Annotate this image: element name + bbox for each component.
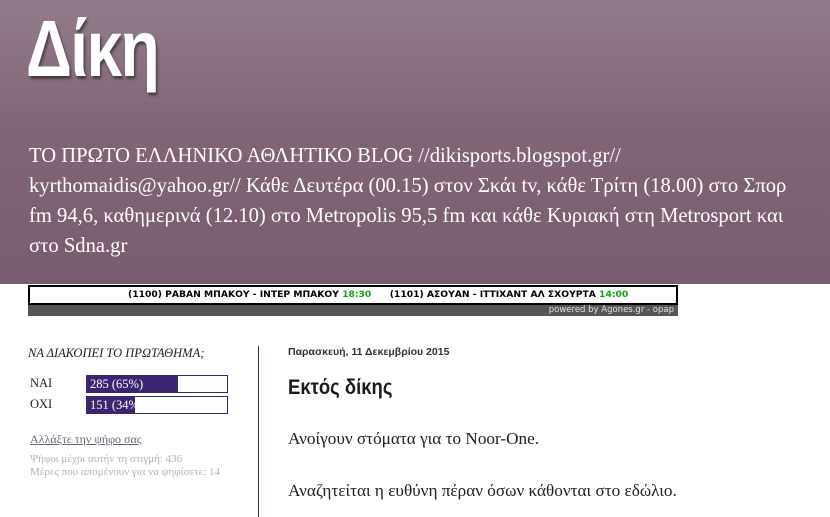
blog-description: ΤΟ ΠΡΩΤΟ ΕΛΛΗΝΙΚΟ ΑΘΛΗΤΙΚΟ BLOG //dikisp… xyxy=(29,145,787,257)
blog-title[interactable]: Δίκη xyxy=(26,4,160,94)
match1-teams: ΡΑΒΑΝ ΜΠΑΚΟΥ - ΙΝΤΕΡ ΜΠΑΚΟΥ xyxy=(165,289,339,300)
poll-option-yes[interactable]: ΝΑΙ 285 (65%) xyxy=(28,375,238,393)
match1-time: 18:30 xyxy=(342,289,372,300)
post-date: Παρασκευή, 11 Δεκεμβρίου 2015 xyxy=(288,346,450,358)
days-left: Μέρες που απομένουν για να ψηφίσετε: 14 xyxy=(30,466,221,479)
poll-option-no[interactable]: ΟΧΙ 151 (34%) xyxy=(28,396,238,414)
poll-result-bar: 285 (65%) xyxy=(86,375,228,393)
post-paragraph: Ανοίγουν στόματα για το Noor-One. xyxy=(288,429,540,448)
poll-widget: ΝΑ ΔΙΑΚΟΠΕΙ ΤΟ ΠΡΩΤΑΘΗΜΑ; ΝΑΙ 285 (65%) … xyxy=(28,340,238,478)
odds-ticker[interactable]: (1100) ΡΑΒΑΝ ΜΠΑΚΟΥ - ΙΝΤΕΡ ΜΠΑΚΟΥ 18:30… xyxy=(28,285,678,316)
votes-so-far: Ψήφοι μέχρι αυτήν τη στιγμή: 436 xyxy=(30,453,183,465)
powered-by-link[interactable]: powered by Agones.gr - opap xyxy=(28,305,678,316)
column-divider xyxy=(258,346,259,517)
poll-result-value: 285 (65%) xyxy=(90,377,144,391)
poll-result-bar: 151 (34%) xyxy=(86,396,228,414)
match2-code: (1101) xyxy=(389,289,424,300)
poll-option-label: ΝΑΙ xyxy=(30,376,53,390)
poll-stats: Ψήφοι μέχρι αυτήν τη στιγμή: 436 Μέρες π… xyxy=(30,453,235,480)
blog-header: Δίκη ΤΟ ΠΡΩΤΟ ΕΛΛΗΝΙΚΟ ΑΘΛΗΤΙΚΟ BLOG //d… xyxy=(0,0,830,284)
post-paragraph: Αναζητείται η ευθύνη πέραν όσων κάθονται… xyxy=(288,481,677,500)
change-vote-link[interactable]: Αλλάξτε την ψήφο σας xyxy=(30,432,142,447)
match2-time: 14:00 xyxy=(599,289,629,300)
poll-question: ΝΑ ΔΙΑΚΟΠΕΙ ΤΟ ΠΡΩΤΑΘΗΜΑ; xyxy=(28,346,205,360)
match2-teams: ΑΣΟΥΑΝ - ΙΤΤΙΧΑΝΤ ΑΛ ΣΧΟΥΡΤΑ xyxy=(426,289,596,300)
poll-option-label: ΟΧΙ xyxy=(30,397,53,411)
poll-result-value: 151 (34%) xyxy=(90,398,144,412)
match1-code: (1100) xyxy=(128,289,162,300)
post-title[interactable]: Εκτός δίκης xyxy=(288,376,392,400)
ticker-bar[interactable]: (1100) ΡΑΒΑΝ ΜΠΑΚΟΥ - ΙΝΤΕΡ ΜΠΑΚΟΥ 18:30… xyxy=(28,285,678,305)
